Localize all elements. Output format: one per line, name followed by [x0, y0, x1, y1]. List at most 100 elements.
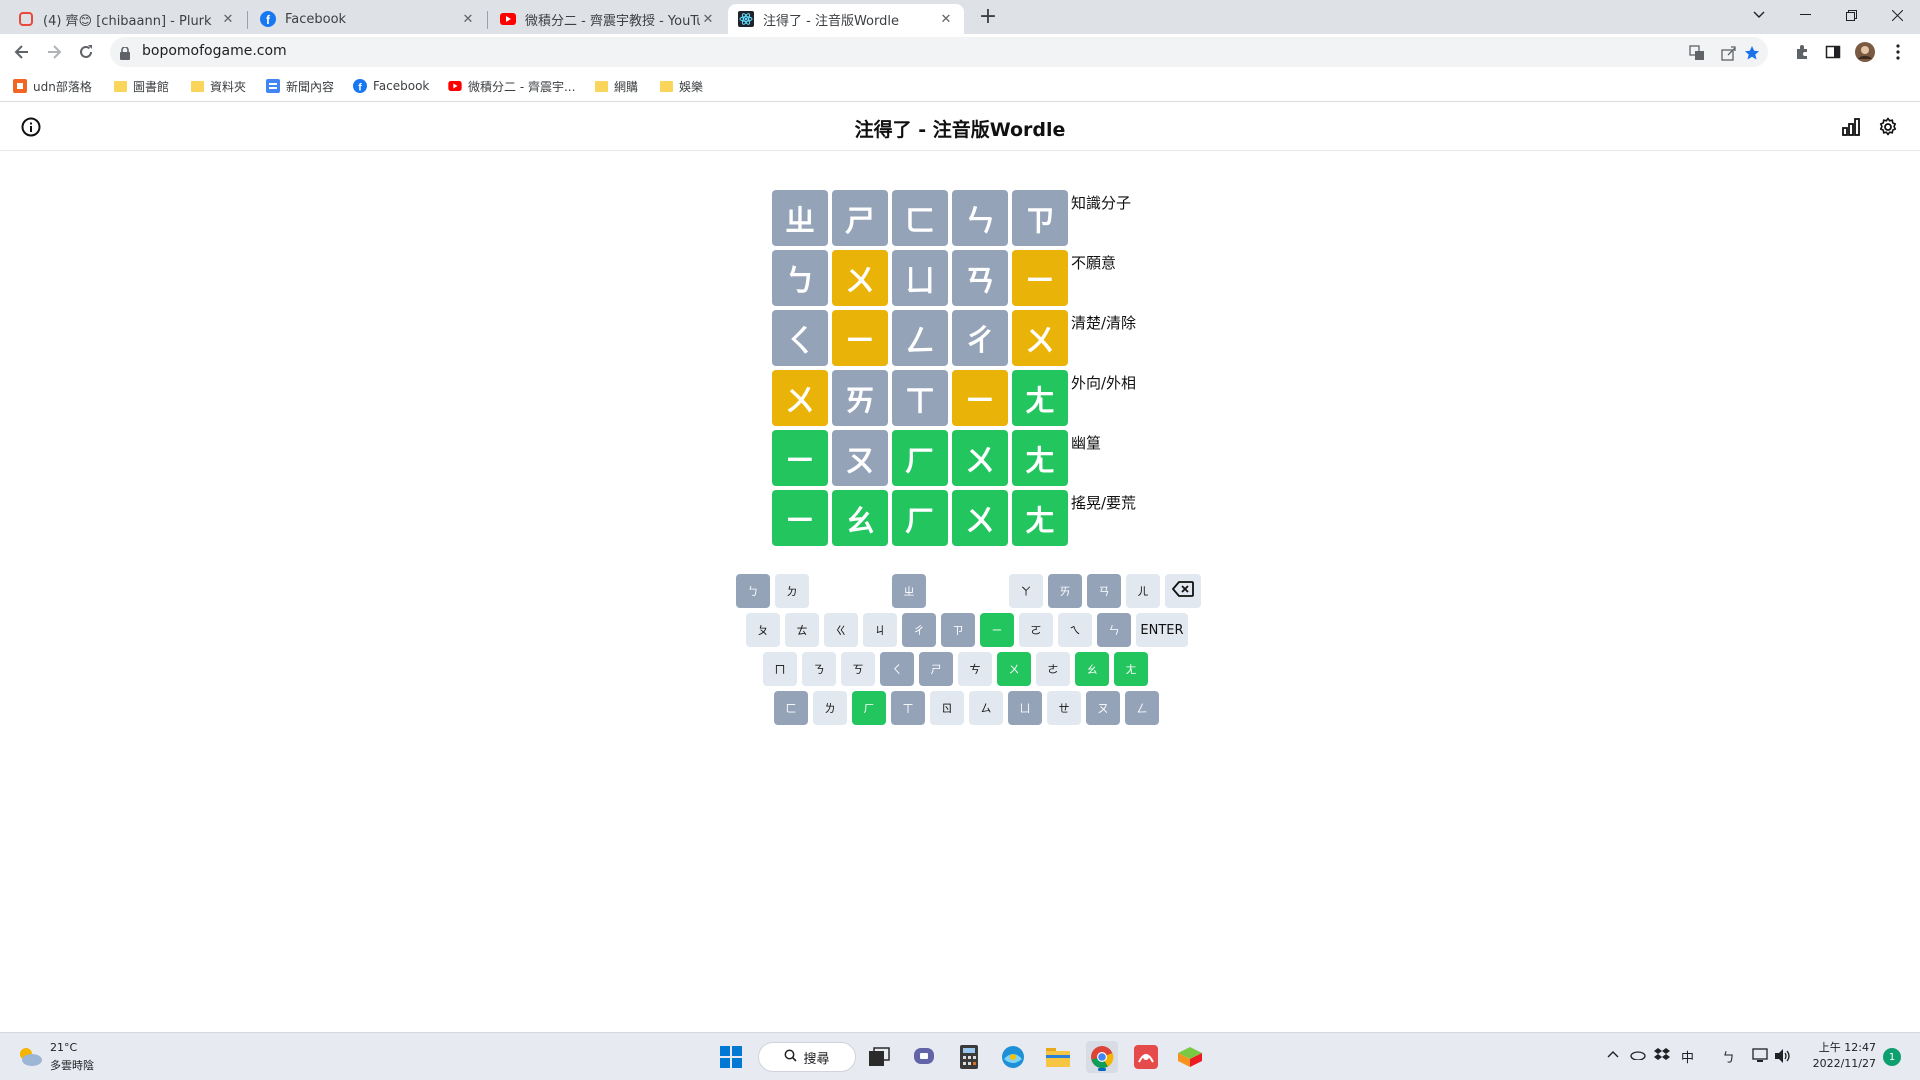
keyboard-key[interactable]: ㄩ [1008, 691, 1042, 725]
dropbox-icon[interactable] [1654, 1048, 1670, 1066]
keyboard-key[interactable]: ㄢ [1087, 574, 1121, 608]
keyboard-key[interactable]: ㄑ [880, 652, 914, 686]
forward-button[interactable] [40, 38, 68, 66]
keyboard-key[interactable]: ㄡ [1086, 691, 1120, 725]
keyboard-key[interactable]: ㄖ [930, 691, 964, 725]
tab-bopomofo-wordle[interactable]: 注得了 - 注音版Wordle ✕ [728, 4, 964, 34]
weather-cloud-icon[interactable] [14, 1041, 46, 1073]
keyboard-key[interactable]: ㄈ [774, 691, 808, 725]
keyboard-key[interactable]: ㄊ [785, 613, 819, 647]
keyboard-key[interactable]: ㄍ [824, 613, 858, 647]
chevron-up-icon[interactable] [1607, 1047, 1619, 1062]
photos-icon[interactable] [997, 1041, 1029, 1073]
bookmark-news[interactable]: 新聞內容 [266, 77, 334, 95]
keyboard-key[interactable]: ㄗ [941, 613, 975, 647]
keyboard-key[interactable]: ㄕ [919, 652, 953, 686]
taskbar-clock[interactable]: 上午 12:47 2022/11/27 [1810, 1040, 1876, 1072]
keyboard-key[interactable]: ㄅ [736, 574, 770, 608]
bookmark-label: 娛樂 [679, 79, 704, 94]
extensions-icon[interactable] [1792, 42, 1812, 62]
settings-gear-icon[interactable] [1877, 116, 1899, 138]
bluestacks-icon[interactable] [1174, 1041, 1206, 1073]
volume-icon[interactable] [1774, 1048, 1792, 1068]
file-explorer-icon[interactable] [1042, 1041, 1074, 1073]
keyboard-key[interactable]: ㄘ [958, 652, 992, 686]
tab-facebook[interactable]: f Facebook ✕ [250, 4, 486, 34]
keyboard-key[interactable]: ㄋ [802, 652, 836, 686]
restore-button[interactable] [1828, 0, 1874, 30]
keyboard-key[interactable]: ㄥ [1125, 691, 1159, 725]
keyboard-key[interactable]: ㄐ [863, 613, 897, 647]
taskbar-search[interactable]: 搜尋 [758, 1042, 856, 1072]
ime-mode[interactable]: 中 [1681, 1047, 1694, 1066]
bookmark-entertainment[interactable]: 娛樂 [659, 77, 703, 95]
stats-icon[interactable] [1840, 116, 1862, 138]
keyboard-key[interactable]: ㄤ [1114, 652, 1148, 686]
menu-dots-icon[interactable] [1888, 42, 1908, 62]
side-panel-icon[interactable] [1823, 42, 1843, 62]
tab-youtube[interactable]: 微積分二 - 齊震宇教授 - YouTube ✕ [490, 4, 726, 34]
keyboard-key[interactable]: ㄓ [892, 574, 926, 608]
tab-search-icon[interactable] [1736, 0, 1782, 30]
task-view-icon[interactable] [863, 1041, 895, 1073]
notification-badge[interactable]: 1 [1883, 1048, 1901, 1066]
url-text[interactable]: bopomofogame.com [142, 43, 287, 59]
bookmark-youtube[interactable]: 微積分二 - 齊震宇... [448, 77, 575, 95]
bookmark-shopping[interactable]: 網購 [594, 77, 638, 95]
close-icon[interactable]: ✕ [460, 12, 476, 27]
keyboard-key[interactable]: ㄌ [813, 691, 847, 725]
keyboard-key[interactable]: ㄣ [1097, 613, 1131, 647]
keyboard-key[interactable]: ㄔ [902, 613, 936, 647]
ime-bopomofo[interactable]: ㄅ [1722, 1047, 1735, 1066]
keyboard-key[interactable]: ㄇ [763, 652, 797, 686]
tab-plurk[interactable]: (4) 齊😊 [chibaann] - Plurk ✕ [8, 4, 246, 34]
back-button[interactable] [8, 38, 36, 66]
keyboard-key[interactable]: ㄚ [1009, 574, 1043, 608]
calculator-icon[interactable] [953, 1041, 985, 1073]
keyboard-key[interactable]: ㄉ [775, 574, 809, 608]
enter-key[interactable]: ENTER [1136, 613, 1188, 647]
share-icon[interactable] [1720, 44, 1738, 62]
bookmark-udn[interactable]: udn部落格 [13, 77, 92, 95]
bookmark-facebook[interactable]: f Facebook [353, 77, 429, 95]
keyboard-key[interactable]: ㄎ [841, 652, 875, 686]
keyboard-key[interactable]: ㄛ [1019, 613, 1053, 647]
bookmark-folder[interactable]: 資料夾 [190, 77, 246, 95]
keyboard-key[interactable]: ㄜ [1036, 652, 1070, 686]
translate-icon[interactable] [1688, 44, 1706, 62]
bookmark-library[interactable]: 圖書館 [113, 77, 169, 95]
keyboard-key[interactable]: ㄞ [1048, 574, 1082, 608]
avatar[interactable] [1855, 42, 1875, 62]
board-tile: ㄤ [1012, 430, 1068, 486]
close-icon[interactable]: ✕ [700, 12, 716, 27]
windows-start-icon[interactable] [715, 1041, 747, 1073]
keyboard-key[interactable]: ㄙ [969, 691, 1003, 725]
onedrive-cloud-icon[interactable] [1630, 1049, 1646, 1064]
new-tab-button[interactable]: + [976, 6, 1000, 30]
keyboard-key[interactable]: ㄦ [1126, 574, 1160, 608]
weather-description[interactable]: 多雲時陰 [50, 1057, 94, 1073]
keyboard-key[interactable]: ㄨ [997, 652, 1031, 686]
close-icon[interactable]: ✕ [220, 12, 236, 27]
keyboard-key[interactable]: ㄆ [746, 613, 780, 647]
bookmark-star-icon[interactable] [1743, 44, 1761, 62]
keyboard-key[interactable]: ㄏ [852, 691, 886, 725]
weather-temperature[interactable]: 21°C [50, 1041, 77, 1054]
tab-title: (4) 齊😊 [chibaann] - Plurk [43, 13, 212, 29]
chrome-icon[interactable] [1086, 1041, 1118, 1073]
reload-button[interactable] [72, 38, 100, 66]
keyboard-key[interactable]: ㄠ [1075, 652, 1109, 686]
network-icon[interactable] [1752, 1048, 1770, 1068]
keyboard-key[interactable]: ㄒ [891, 691, 925, 725]
keyboard-key[interactable]: ㄧ [980, 613, 1014, 647]
address-bar[interactable]: bopomofogame.com [110, 37, 1768, 67]
backspace-key[interactable] [1165, 574, 1201, 608]
close-window-button[interactable] [1874, 0, 1920, 30]
keyboard-key[interactable]: ㄟ [1058, 613, 1092, 647]
minimize-button[interactable] [1782, 0, 1828, 30]
app-red-icon[interactable] [1130, 1041, 1162, 1073]
teams-chat-icon[interactable] [908, 1041, 940, 1073]
keyboard-key[interactable]: ㄝ [1047, 691, 1081, 725]
close-icon[interactable]: ✕ [938, 12, 954, 27]
lock-icon[interactable] [120, 45, 130, 64]
